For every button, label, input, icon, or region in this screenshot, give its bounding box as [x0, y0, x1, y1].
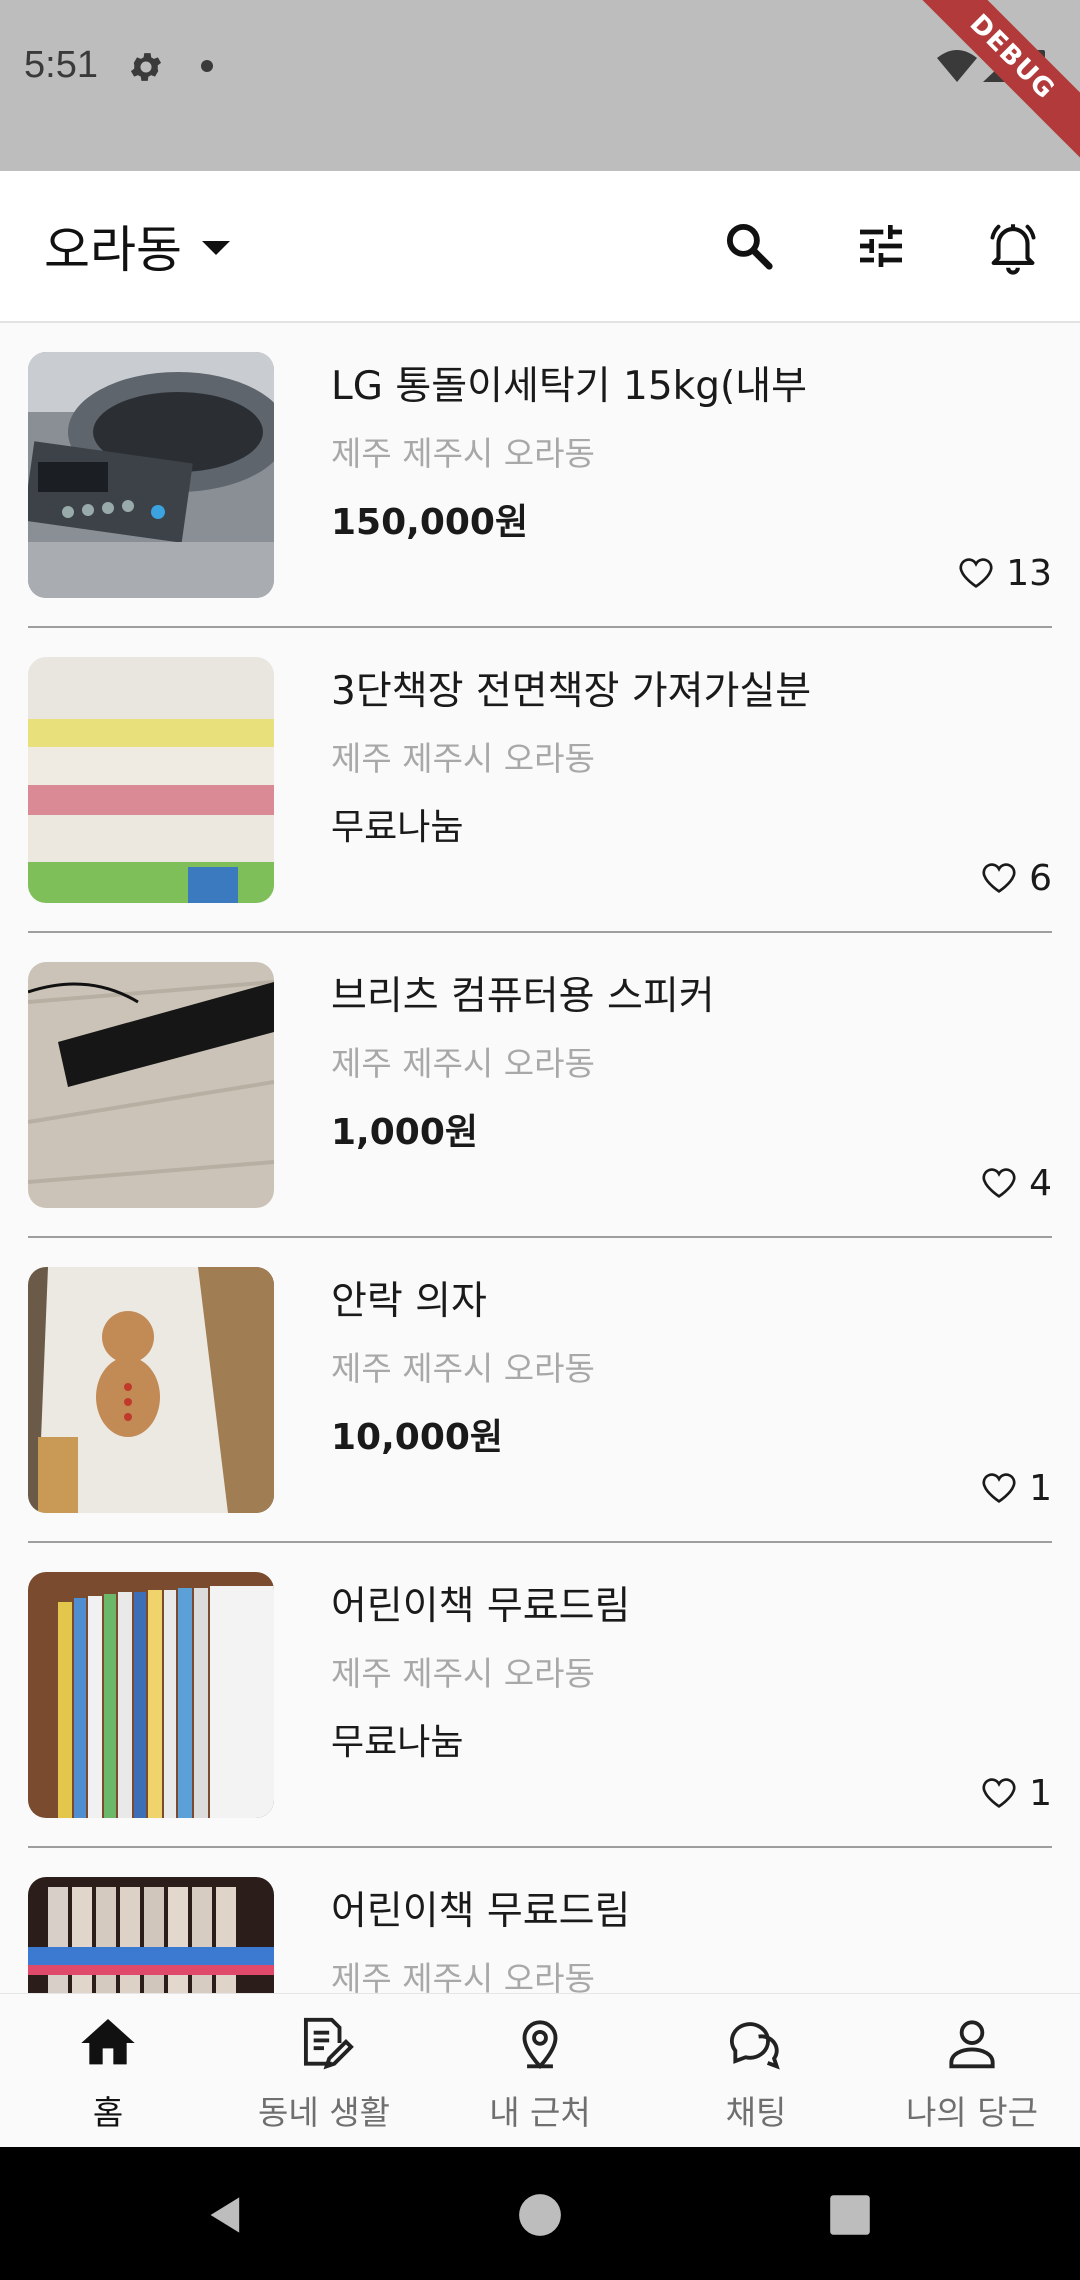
- listing-item[interactable]: 3단책장 전면책장 가져가실분 제주 제주시 오라동 무료나눔 6: [28, 628, 1052, 933]
- chat-icon: [721, 2008, 791, 2078]
- like-count: 4: [1029, 1162, 1052, 1204]
- filter-button[interactable]: [846, 211, 916, 281]
- like-indicator: 1: [979, 1466, 1052, 1510]
- listing-item[interactable]: 어린이책 무료드림 제주 제주시 오라동: [28, 1848, 1052, 1993]
- wifi-icon: [937, 50, 977, 82]
- nav-label: 내 근처: [489, 2093, 591, 2132]
- status-time: 5:51: [24, 44, 98, 86]
- heart-outline-icon: [982, 1168, 1016, 1198]
- listing-thumbnail: [28, 962, 274, 1208]
- recents-button[interactable]: [810, 2175, 890, 2255]
- status-bar: 5:51 DEBUG: [0, 0, 1080, 171]
- home-circle-icon: [519, 2194, 561, 2236]
- listing-item[interactable]: 어린이책 무료드림 제주 제주시 오라동 무료나눔 1: [28, 1543, 1052, 1848]
- tune-icon: [860, 225, 902, 267]
- like-indicator: 1: [979, 1771, 1052, 1815]
- person-icon: [937, 2008, 1007, 2078]
- listing-location: 제주 제주시 오라동: [331, 1349, 595, 1388]
- nav-label: 홈: [92, 2093, 124, 2132]
- heart-outline-icon: [982, 863, 1016, 893]
- listing-list[interactable]: LG 통돌이세탁기 15kg(내부 제주 제주시 오라동 150,000원 13…: [0, 323, 1080, 1993]
- listing-price: 무료나눔: [331, 1722, 464, 1763]
- settings-gear-icon: [127, 48, 165, 86]
- heart-outline-icon: [959, 558, 993, 588]
- listing-item[interactable]: 안락 의자 제주 제주시 오라동 10,000원 1: [28, 1238, 1052, 1543]
- like-count: 1: [1029, 1467, 1052, 1509]
- listing-thumbnail: [28, 1267, 274, 1513]
- listing-location: 제주 제주시 오라동: [331, 1044, 595, 1083]
- listing-price: 150,000원: [331, 502, 529, 543]
- notifications-button[interactable]: [978, 211, 1048, 281]
- nav-item-my-carrot[interactable]: 나의 당근: [864, 1994, 1080, 2148]
- listing-title: 3단책장 전면책장 가져가실분: [331, 669, 812, 714]
- recents-square-icon: [830, 2195, 870, 2235]
- heart-outline-icon: [982, 1473, 1016, 1503]
- listing-price: 1,000원: [331, 1112, 478, 1153]
- listing-item[interactable]: LG 통돌이세탁기 15kg(내부 제주 제주시 오라동 150,000원 13: [28, 323, 1052, 628]
- system-navigation-bar: [0, 2147, 1080, 2280]
- listing-location: 제주 제주시 오라동: [331, 1654, 595, 1693]
- listing-title: 어린이책 무료드림: [331, 1584, 631, 1629]
- listing-title: 안락 의자: [331, 1279, 487, 1324]
- nav-label: 채팅: [725, 2093, 787, 2132]
- location-label: 오라동: [44, 221, 182, 279]
- listing-title: 어린이책 무료드림: [331, 1889, 631, 1934]
- listing-location: 제주 제주시 오라동: [331, 434, 595, 473]
- listing-title: LG 통돌이세탁기 15kg(내부: [331, 364, 807, 409]
- listing-price: 무료나눔: [331, 807, 464, 848]
- listing-location: 제주 제주시 오라동: [331, 739, 595, 778]
- listing-thumbnail: [28, 352, 274, 598]
- search-icon: [726, 223, 773, 270]
- bottom-navigation: 홈 동네 생활 내 근처 채팅 나의 당근: [0, 1993, 1080, 2147]
- listing-location: 제주 제주시 오라동: [331, 1959, 595, 1993]
- nav-item-chat[interactable]: 채팅: [648, 1994, 864, 2148]
- bell-icon: [990, 224, 1036, 275]
- nav-item-neighborhood[interactable]: 동네 생활: [216, 1994, 432, 2148]
- nav-item-home[interactable]: 홈: [0, 1994, 216, 2148]
- like-indicator: 13: [956, 551, 1052, 595]
- listing-thumbnail: [28, 657, 274, 903]
- nav-item-nearby[interactable]: 내 근처: [432, 1994, 648, 2148]
- listing-price: 10,000원: [331, 1417, 504, 1458]
- back-triangle-icon: [210, 2197, 240, 2233]
- like-count: 13: [1006, 552, 1052, 594]
- search-button[interactable]: [714, 211, 784, 281]
- app-bar: 오라동: [0, 171, 1080, 323]
- listing-thumbnail: [28, 1877, 274, 1993]
- heart-outline-icon: [982, 1778, 1016, 1808]
- like-count: 1: [1029, 1772, 1052, 1814]
- like-indicator: 6: [979, 856, 1052, 900]
- like-count: 6: [1029, 857, 1052, 899]
- location-selector[interactable]: 오라동: [44, 211, 230, 281]
- nav-label: 나의 당근: [906, 2093, 1038, 2132]
- listing-title: 브리츠 컴퓨터용 스피커: [331, 974, 715, 1019]
- back-button[interactable]: [186, 2175, 266, 2255]
- listing-thumbnail: [28, 1572, 274, 1818]
- like-indicator: 4: [979, 1161, 1052, 1205]
- listing-item[interactable]: 브리츠 컴퓨터용 스피커 제주 제주시 오라동 1,000원 4: [28, 933, 1052, 1238]
- edit-note-icon: [289, 2008, 359, 2078]
- home-system-button[interactable]: [500, 2175, 580, 2255]
- home-icon: [73, 2008, 143, 2078]
- nav-label: 동네 생활: [258, 2093, 390, 2132]
- notification-dot-icon: [201, 60, 213, 72]
- location-pin-icon: [505, 2008, 575, 2078]
- caret-down-icon: [202, 241, 230, 255]
